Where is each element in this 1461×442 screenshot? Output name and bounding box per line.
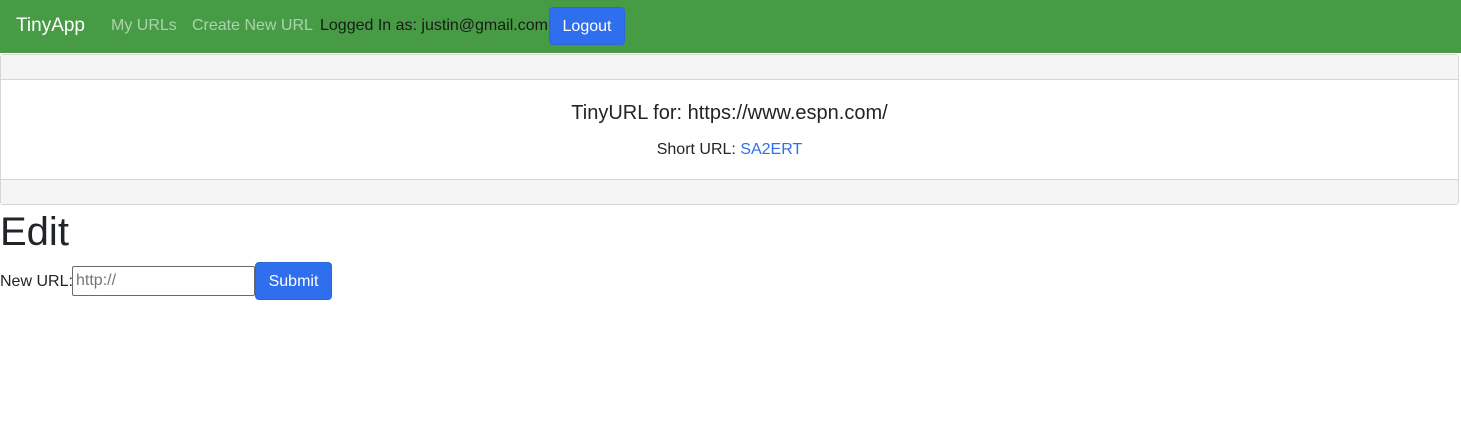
- url-card: TinyURL for: https://www.espn.com/ Short…: [0, 54, 1459, 205]
- short-url-text: Short URL: SA2ERT: [1, 140, 1458, 160]
- submit-button[interactable]: Submit: [255, 262, 332, 300]
- short-url-link[interactable]: SA2ERT: [740, 141, 802, 158]
- short-url-label: Short URL:: [656, 141, 741, 158]
- nav-link-my-urls[interactable]: My URLs: [111, 16, 177, 36]
- new-url-label: New URL:: [0, 273, 73, 290]
- card-footer: [1, 179, 1458, 204]
- brand-link[interactable]: TinyApp: [16, 14, 85, 38]
- logout-button[interactable]: Logout: [549, 7, 625, 45]
- navbar: TinyApp My URLs Create New URL Logged In…: [0, 0, 1461, 53]
- edit-heading: Edit: [0, 210, 69, 254]
- card-title: TinyURL for: https://www.espn.com/: [571, 102, 888, 124]
- new-url-input[interactable]: [72, 266, 255, 296]
- card-header: [1, 55, 1458, 80]
- logged-in-status: Logged In as: justin@gmail.com: [320, 17, 548, 34]
- nav-link-create-new-url[interactable]: Create New URL: [192, 16, 313, 36]
